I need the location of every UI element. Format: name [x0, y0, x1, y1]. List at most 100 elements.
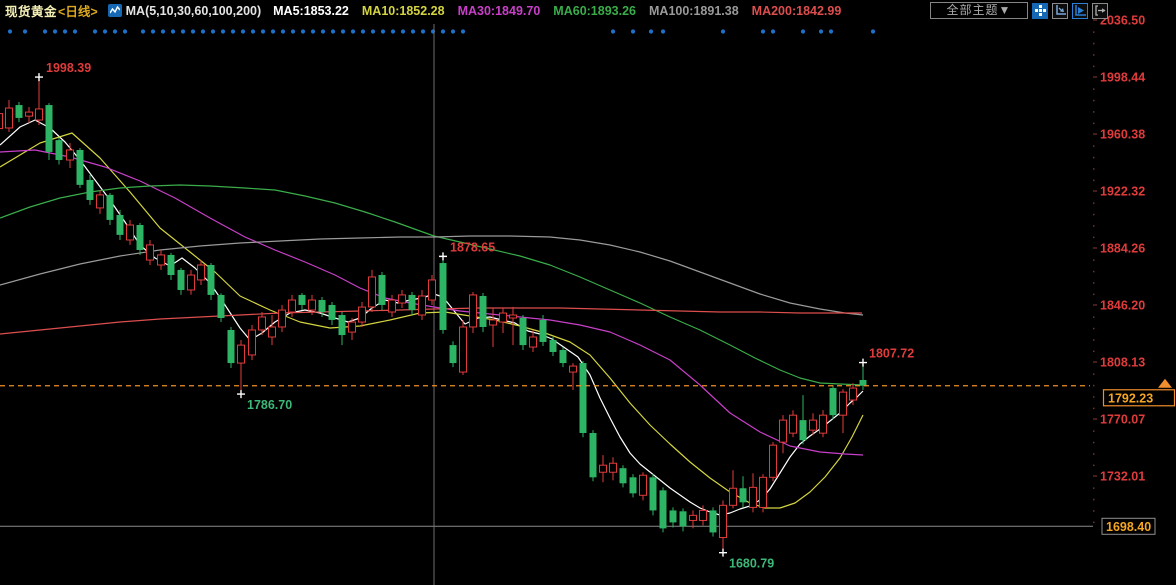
axis-minor-tick — [1093, 157, 1095, 159]
candle-up — [369, 277, 376, 307]
event-dot — [451, 29, 455, 33]
axis-price-label: 1808.13 — [1100, 356, 1145, 370]
axis-minor-tick — [1093, 339, 1095, 341]
axis-minor-tick — [1093, 259, 1095, 261]
candle-down — [650, 477, 657, 510]
candle-down — [339, 315, 346, 335]
axis-minor-tick — [1093, 408, 1095, 410]
candle-up — [0, 114, 3, 129]
candle-down — [480, 296, 487, 327]
candle-up — [810, 420, 817, 430]
candle-up — [279, 310, 286, 327]
axis-minor-tick — [1093, 180, 1095, 182]
price-up-arrow-icon — [1158, 379, 1172, 388]
candle-up — [6, 108, 13, 128]
candle-up — [36, 109, 43, 120]
axis-minor-tick — [1093, 487, 1095, 489]
axis-minor-tick — [1093, 510, 1095, 512]
event-dot — [801, 29, 805, 33]
candle-down — [440, 263, 447, 330]
candle-up — [720, 505, 727, 537]
event-dot — [151, 29, 155, 33]
axis-minor-tick — [1093, 123, 1095, 125]
axis-minor-tick — [1093, 442, 1095, 444]
event-dot — [141, 29, 145, 33]
candle-down — [830, 388, 837, 415]
indicator-params-label: MA(5,10,30,60,100,200) — [126, 4, 262, 18]
event-dot — [8, 29, 12, 33]
candle-up — [840, 392, 847, 415]
candle-down — [107, 195, 114, 220]
candle-up — [127, 225, 134, 240]
axis-minor-tick — [1093, 88, 1095, 90]
ma-legend-item: MA5:1853.22 — [273, 4, 349, 18]
event-dot — [311, 29, 315, 33]
candle-up — [198, 265, 205, 280]
axis-minor-tick — [1093, 385, 1095, 387]
candle-up — [249, 330, 256, 355]
event-dot — [341, 29, 345, 33]
event-dot — [391, 29, 395, 33]
axis-minor-tick — [1093, 328, 1095, 330]
ma-line-MA200 — [0, 308, 862, 334]
price-annotation: 1680.79 — [729, 557, 774, 571]
candle-up — [820, 415, 827, 433]
price-annotation: 1786.70 — [247, 398, 292, 412]
candle-down — [560, 350, 567, 363]
candle-down — [630, 477, 637, 493]
candle-up — [690, 515, 697, 520]
candle-down — [520, 318, 527, 345]
candlestick-chart[interactable]: 1998.391878.651807.721786.701680.792036.… — [0, 0, 1176, 585]
axis-minor-tick — [1093, 499, 1095, 501]
candle-down — [860, 380, 867, 386]
axis-minor-tick — [1093, 430, 1095, 432]
candle-up — [289, 300, 296, 312]
event-dot — [649, 29, 653, 33]
event-dot — [23, 29, 27, 33]
axis-minor-tick — [1093, 465, 1095, 467]
axis-minor-tick — [1093, 100, 1095, 102]
candle-down — [660, 490, 667, 528]
axis-price-label: 1732.01 — [1100, 470, 1145, 484]
axis-minor-tick — [1093, 43, 1095, 45]
extreme-marker — [439, 252, 447, 260]
event-dot — [271, 29, 275, 33]
indicator-chart-icon[interactable] — [108, 4, 122, 17]
price-annotation: 1807.72 — [869, 347, 914, 361]
candle-up — [460, 327, 467, 372]
candle-down — [620, 468, 627, 483]
ma-line-MA10 — [0, 133, 863, 508]
grid-layout-icon[interactable] — [1032, 3, 1048, 19]
theme-dropdown-button[interactable]: 全部主题▼ — [930, 2, 1028, 19]
extreme-marker — [35, 73, 43, 81]
candle-up — [269, 327, 276, 337]
candle-up — [600, 465, 607, 472]
axis-scale-icon[interactable] — [1052, 3, 1068, 19]
candle-down — [168, 255, 175, 275]
candle-down — [550, 340, 557, 352]
event-dot — [261, 29, 265, 33]
candle-down — [540, 320, 547, 342]
ma-legend-item: MA30:1849.70 — [458, 4, 541, 18]
candle-down — [409, 295, 416, 310]
event-dot — [461, 29, 465, 33]
axis-price-label: 1998.44 — [1100, 71, 1145, 85]
event-dot — [171, 29, 175, 33]
event-dot — [63, 29, 67, 33]
event-dot — [381, 29, 385, 33]
event-dot — [371, 29, 375, 33]
candle-up — [349, 322, 356, 332]
candle-up — [359, 307, 366, 322]
event-dot — [351, 29, 355, 33]
ma-legend: MA5:1853.22MA10:1852.28MA30:1849.70MA60:… — [273, 4, 854, 18]
price-annotation: 1878.65 — [450, 240, 495, 254]
candle-down — [680, 511, 687, 526]
axis-price-label: 1922.32 — [1100, 185, 1145, 199]
event-dot — [829, 29, 833, 33]
axis-play-icon[interactable] — [1072, 3, 1088, 19]
event-dot — [181, 29, 185, 33]
exit-right-icon[interactable] — [1092, 3, 1108, 19]
candle-down — [590, 433, 597, 477]
ma-legend-item: MA200:1842.99 — [752, 4, 842, 18]
candle-up — [188, 275, 195, 290]
